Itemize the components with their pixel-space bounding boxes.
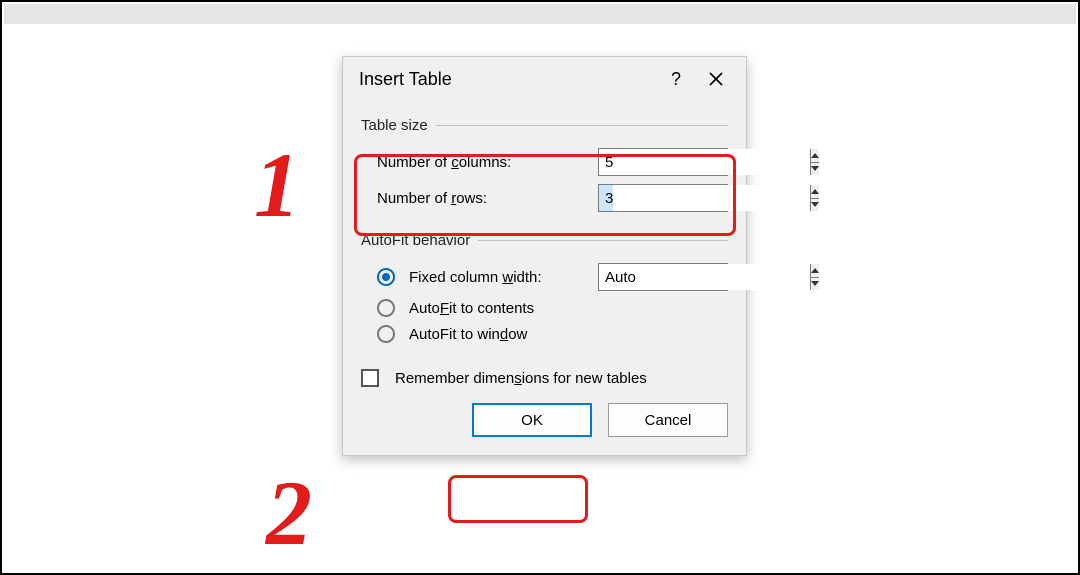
autofit-window-radio[interactable] [377, 325, 395, 343]
cancel-button[interactable]: Cancel [608, 403, 728, 437]
columns-spinner[interactable] [598, 148, 728, 176]
remember-checkbox[interactable] [361, 369, 379, 387]
titlebar: Insert Table ? [343, 57, 746, 101]
autofit-contents-label: AutoFit to contents [409, 300, 728, 317]
rows-input[interactable] [599, 185, 810, 211]
rows-label: Number of rows: [377, 190, 590, 207]
rows-spinner[interactable] [598, 184, 728, 212]
callout-2: 2 [266, 460, 312, 566]
autofit-window-label: AutoFit to window [409, 326, 728, 343]
columns-down-icon[interactable] [811, 163, 819, 176]
autofit-window-row[interactable]: AutoFit to window [361, 321, 728, 347]
insert-table-dialog: Insert Table ? Table size Number of colu… [342, 56, 747, 456]
help-icon[interactable]: ? [656, 59, 696, 99]
highlight-box-2 [448, 475, 588, 523]
fixed-width-radio[interactable] [377, 268, 395, 286]
autofit-group-label: AutoFit behavior [361, 232, 728, 249]
rows-down-icon[interactable] [811, 199, 819, 212]
autofit-contents-row[interactable]: AutoFit to contents [361, 295, 728, 321]
close-icon[interactable] [696, 59, 736, 99]
fixed-width-spinner[interactable] [598, 263, 728, 291]
fixed-up-icon[interactable] [811, 264, 819, 278]
fixed-width-row[interactable]: Fixed column width: [361, 259, 728, 295]
ok-button[interactable]: OK [472, 403, 592, 437]
callout-1: 1 [254, 132, 300, 238]
rows-up-icon[interactable] [811, 185, 819, 199]
dialog-title: Insert Table [359, 69, 656, 90]
rows-row: Number of rows: [361, 180, 728, 216]
fixed-down-icon[interactable] [811, 278, 819, 291]
columns-label: Number of columns: [377, 154, 590, 171]
remember-row[interactable]: Remember dimensions for new tables [361, 365, 728, 391]
columns-input[interactable] [599, 149, 810, 175]
fixed-width-label: Fixed column width: [409, 269, 590, 286]
autofit-contents-radio[interactable] [377, 299, 395, 317]
columns-row: Number of columns: [361, 144, 728, 180]
remember-label: Remember dimensions for new tables [395, 370, 728, 387]
columns-up-icon[interactable] [811, 149, 819, 163]
table-size-group-label: Table size [361, 117, 728, 134]
fixed-width-input[interactable] [599, 264, 810, 290]
